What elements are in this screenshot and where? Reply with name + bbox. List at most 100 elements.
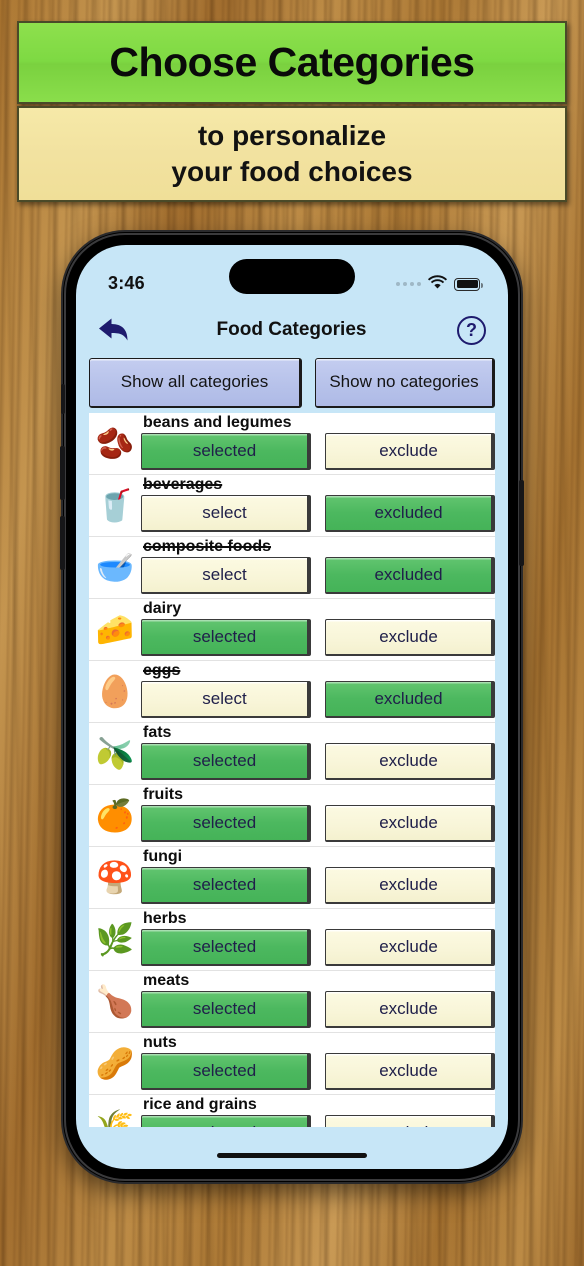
select-toggle[interactable]: selected xyxy=(141,433,311,470)
beans-icon: 🫘 xyxy=(95,426,135,461)
category-toggle-group: selected exclude xyxy=(141,1053,495,1090)
category-toggle-group: selected exclude xyxy=(141,743,495,780)
category-toggle-group: selected exclude xyxy=(141,1115,495,1127)
select-toggle[interactable]: selected xyxy=(141,1115,311,1127)
select-toggle[interactable]: selected xyxy=(141,991,311,1028)
select-toggle[interactable]: select xyxy=(141,681,311,718)
select-toggle[interactable]: selected xyxy=(141,805,311,842)
navigation-bar: Food Categories ? xyxy=(76,307,508,353)
exclude-toggle[interactable]: exclude xyxy=(325,929,495,966)
exclude-toggle[interactable]: excluded xyxy=(325,557,495,594)
select-toggle[interactable]: selected xyxy=(141,929,311,966)
category-body: fungi selected exclude xyxy=(141,847,495,908)
exclude-toggle[interactable]: exclude xyxy=(325,743,495,780)
beverage-icon: 🥤 xyxy=(95,488,135,523)
select-toggle[interactable]: selected xyxy=(141,867,311,904)
orange-icon: 🍊 xyxy=(95,798,135,833)
category-row: 🌿 herbs selected exclude xyxy=(89,909,495,971)
wifi-icon xyxy=(428,274,447,294)
category-row: 🍄 fungi selected exclude xyxy=(89,847,495,909)
category-row: 🥚 eggs select excluded xyxy=(89,661,495,723)
nuts-icon: 🥜 xyxy=(95,1046,135,1081)
select-toggle[interactable]: selected xyxy=(141,743,311,780)
exclude-toggle[interactable]: excluded xyxy=(325,495,495,532)
category-name: fruits xyxy=(143,786,183,803)
cellular-dots-icon xyxy=(396,282,421,286)
category-body: fruits selected exclude xyxy=(141,785,495,846)
promo-title-text: Choose Categories xyxy=(109,39,475,85)
category-toolbar: Show all categories Show no categories xyxy=(76,358,508,408)
volume-up-button[interactable] xyxy=(60,446,65,500)
category-toggle-group: select excluded xyxy=(141,681,495,718)
category-row: 🍊 fruits selected exclude xyxy=(89,785,495,847)
select-toggle[interactable]: selected xyxy=(141,1053,311,1090)
category-row: 🍗 meats selected exclude xyxy=(89,971,495,1033)
wheat-icon: 🌾 xyxy=(95,1108,135,1127)
category-row: 🫒 fats selected exclude xyxy=(89,723,495,785)
category-name: dairy xyxy=(143,600,182,617)
help-icon[interactable]: ? xyxy=(457,315,486,345)
exclude-toggle[interactable]: exclude xyxy=(325,1115,495,1127)
exclude-toggle[interactable]: exclude xyxy=(325,867,495,904)
promo-title-banner: Choose Categories xyxy=(17,21,567,104)
category-toggle-group: selected exclude xyxy=(141,991,495,1028)
category-name: fats xyxy=(143,724,172,741)
exclude-toggle[interactable]: excluded xyxy=(325,681,495,718)
category-body: fats selected exclude xyxy=(141,723,495,784)
category-name: beans and legumes xyxy=(143,414,292,431)
category-toggle-group: selected exclude xyxy=(141,867,495,904)
exclude-toggle[interactable]: exclude xyxy=(325,991,495,1028)
status-time: 3:46 xyxy=(108,272,145,293)
select-toggle[interactable]: select xyxy=(141,557,311,594)
select-toggle[interactable]: selected xyxy=(141,619,311,656)
category-body: dairy selected exclude xyxy=(141,599,495,660)
show-no-categories-button[interactable]: Show no categories xyxy=(315,358,495,408)
oil-bottle-icon: 🫒 xyxy=(95,736,135,771)
category-name: meats xyxy=(143,972,190,989)
volume-down-button[interactable] xyxy=(60,516,65,570)
category-name: fungi xyxy=(143,848,183,865)
category-toggle-group: selected exclude xyxy=(141,433,495,470)
exclude-toggle[interactable]: exclude xyxy=(325,433,495,470)
promo-subtitle-line2: your food choices xyxy=(171,156,413,187)
poultry-icon: 🍗 xyxy=(95,984,135,1019)
category-row: 🥣 composite foods select excluded xyxy=(89,537,495,599)
power-button[interactable] xyxy=(519,480,524,566)
category-toggle-group: select excluded xyxy=(141,557,495,594)
category-row: 🥤 beverages select excluded xyxy=(89,475,495,537)
category-toggle-group: select excluded xyxy=(141,495,495,532)
category-body: nuts selected exclude xyxy=(141,1033,495,1094)
promo-subtitle-banner: to personalize your food choices xyxy=(17,106,567,202)
show-all-categories-button[interactable]: Show all categories xyxy=(89,358,302,408)
category-row: 🫘 beans and legumes selected exclude xyxy=(89,413,495,475)
silent-switch[interactable] xyxy=(61,384,65,414)
home-indicator[interactable] xyxy=(217,1153,367,1158)
category-name: eggs xyxy=(143,662,181,679)
category-body: eggs select excluded xyxy=(141,661,495,722)
category-toggle-group: selected exclude xyxy=(141,929,495,966)
category-body: herbs selected exclude xyxy=(141,909,495,970)
exclude-toggle[interactable]: exclude xyxy=(325,619,495,656)
category-body: rice and grains selected exclude xyxy=(141,1095,495,1127)
category-list[interactable]: 🫘 beans and legumes selected exclude 🥤 bevera… xyxy=(89,413,495,1127)
category-toggle-group: selected exclude xyxy=(141,619,495,656)
category-toggle-group: selected exclude xyxy=(141,805,495,842)
category-name: herbs xyxy=(143,910,187,927)
category-row: 🥜 nuts selected exclude xyxy=(89,1033,495,1095)
phone-screen: 3:46 Food Categories ? Show all categori… xyxy=(76,245,508,1169)
exclude-toggle[interactable]: exclude xyxy=(325,805,495,842)
category-name: composite foods xyxy=(143,538,272,555)
status-indicators xyxy=(396,273,483,294)
category-body: beverages select excluded xyxy=(141,475,495,536)
category-row: 🧀 dairy selected exclude xyxy=(89,599,495,661)
promo-subtitle-line1: to personalize xyxy=(197,120,387,152)
category-row: 🌾 rice and grains selected exclude xyxy=(89,1095,495,1127)
category-name: nuts xyxy=(143,1034,177,1051)
egg-icon: 🥚 xyxy=(95,674,135,709)
select-toggle[interactable]: select xyxy=(141,495,311,532)
category-body: composite foods select excluded xyxy=(141,537,495,598)
cheese-icon: 🧀 xyxy=(95,612,135,647)
category-name: rice and grains xyxy=(143,1096,257,1113)
herb-leaf-icon: 🌿 xyxy=(95,922,135,957)
exclude-toggle[interactable]: exclude xyxy=(325,1053,495,1090)
